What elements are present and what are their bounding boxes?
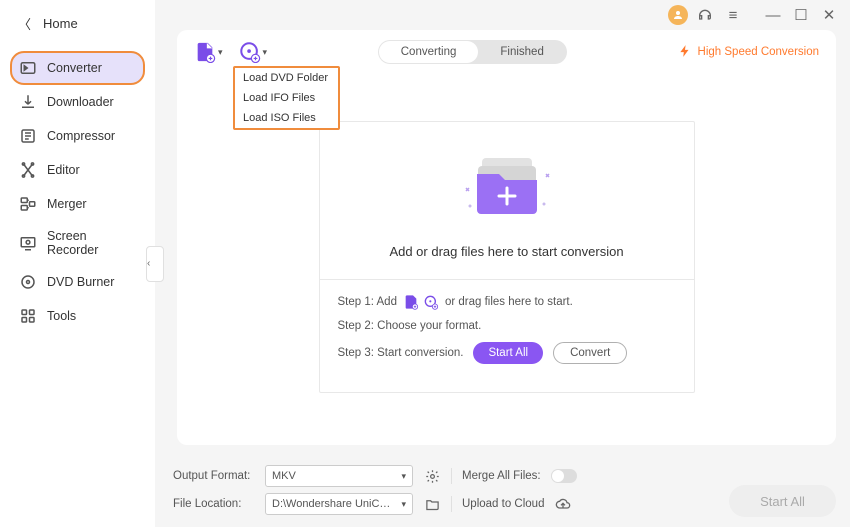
sidebar-item-label: Tools — [47, 309, 76, 323]
sidebar-item-label: Converter — [47, 61, 102, 75]
headset-icon[interactable] — [694, 4, 716, 26]
disc-dropdown: Load DVD Folder Load IFO Files Load ISO … — [233, 66, 340, 130]
dvd-burner-icon — [19, 273, 37, 291]
start-all-pill-button[interactable]: Start All — [473, 342, 543, 364]
step1-text-b: or drag files here to start. — [445, 296, 573, 308]
file-location-value: D:\Wondershare UniConverter 1 — [272, 498, 392, 510]
step1-text-a: Step 1: Add — [338, 296, 397, 308]
start-all-button[interactable]: Start All — [729, 485, 836, 517]
back-icon[interactable]: 〈 — [18, 14, 31, 33]
convert-pill-button[interactable]: Convert — [553, 342, 627, 364]
bolt-icon — [678, 44, 692, 61]
dropdown-load-iso[interactable]: Load ISO Files — [235, 108, 338, 128]
tab-finished[interactable]: Finished — [478, 41, 565, 63]
add-file-button[interactable]: ▾ — [194, 41, 223, 63]
sidebar-header: 〈 Home — [0, 0, 155, 47]
sidebar-item-label: Merger — [47, 197, 87, 211]
status-tabs: Converting Finished — [378, 40, 567, 64]
content-panel: ▾ ▾ Converting Finished High Speed Conve… — [177, 30, 836, 445]
file-location-select[interactable]: D:\Wondershare UniConverter 1 ▾ — [265, 493, 413, 515]
sidebar-item-downloader[interactable]: Downloader — [10, 85, 145, 119]
sidebar-item-compressor[interactable]: Compressor — [10, 119, 145, 153]
upload-cloud-icon[interactable] — [554, 495, 572, 513]
sidebar-item-label: DVD Burner — [47, 275, 114, 289]
dropdown-load-ifo[interactable]: Load IFO Files — [235, 88, 338, 108]
sidebar-item-label: Screen Recorder — [47, 229, 136, 257]
home-title: Home — [43, 16, 78, 31]
mini-add-disc-icon — [423, 294, 439, 310]
maximize-icon[interactable]: ☐ — [790, 4, 812, 26]
sidebar-item-label: Editor — [47, 163, 80, 177]
output-format-value: MKV — [272, 470, 296, 482]
sidebar-item-editor[interactable]: Editor — [10, 153, 145, 187]
menu-icon[interactable]: ≡ — [722, 4, 744, 26]
hsc-label: High Speed Conversion — [698, 46, 819, 58]
output-format-select[interactable]: MKV ▾ — [265, 465, 413, 487]
output-settings-icon[interactable] — [423, 467, 441, 485]
downloader-icon — [19, 93, 37, 111]
converter-icon — [19, 59, 37, 77]
close-icon[interactable]: ✕ — [818, 4, 840, 26]
sidebar: 〈 Home Converter Downloader Compressor — [0, 0, 155, 527]
tools-icon — [19, 307, 37, 325]
add-file-icon — [194, 41, 216, 63]
step3-text: Step 3: Start conversion. — [338, 347, 464, 359]
step-2: Step 2: Choose your format. — [338, 320, 676, 332]
high-speed-conversion-button[interactable]: High Speed Conversion — [678, 44, 819, 61]
user-avatar-icon[interactable] — [668, 5, 688, 25]
upload-to-cloud-label: Upload to Cloud — [462, 498, 544, 510]
file-location-label: File Location: — [173, 498, 255, 510]
add-disc-button[interactable]: ▾ — [239, 41, 268, 63]
merge-all-toggle[interactable] — [551, 469, 577, 483]
chevron-down-icon: ▾ — [218, 47, 223, 58]
chevron-down-icon: ▾ — [401, 499, 406, 510]
merger-icon — [19, 195, 37, 213]
dropdown-load-dvd[interactable]: Load DVD Folder — [235, 68, 338, 88]
step-3: Step 3: Start conversion. Start All Conv… — [338, 342, 676, 364]
sidebar-item-converter[interactable]: Converter — [10, 51, 145, 85]
step-1: Step 1: Add or drag files here to start. — [338, 294, 676, 310]
mini-add-file-icon — [403, 294, 419, 310]
sidebar-item-merger[interactable]: Merger — [10, 187, 145, 221]
tab-converting[interactable]: Converting — [379, 41, 479, 63]
sidebar-item-tools[interactable]: Tools — [10, 299, 145, 333]
dropzone[interactable]: Add or drag files here to start conversi… — [319, 121, 695, 393]
dropzone-title: Add or drag files here to start conversi… — [330, 244, 684, 259]
titlebar: ≡ — ☐ ✕ — [155, 0, 850, 30]
chevron-down-icon: ▾ — [263, 47, 268, 58]
compressor-icon — [19, 127, 37, 145]
sidebar-item-dvd-burner[interactable]: DVD Burner — [10, 265, 145, 299]
sidebar-item-label: Downloader — [47, 95, 114, 109]
screen-recorder-icon — [19, 234, 37, 252]
folder-illustration-icon — [330, 146, 684, 226]
sidebar-item-label: Compressor — [47, 129, 115, 143]
open-folder-icon[interactable] — [423, 495, 441, 513]
sidebar-collapse-button[interactable]: ‹ — [146, 246, 164, 282]
editor-icon — [19, 161, 37, 179]
minimize-icon[interactable]: — — [762, 4, 784, 26]
chevron-down-icon: ▾ — [401, 471, 406, 482]
output-format-label: Output Format: — [173, 470, 255, 482]
merge-all-label: Merge All Files: — [462, 470, 541, 482]
add-disc-icon — [239, 41, 261, 63]
sidebar-item-screen-recorder[interactable]: Screen Recorder — [10, 221, 145, 265]
